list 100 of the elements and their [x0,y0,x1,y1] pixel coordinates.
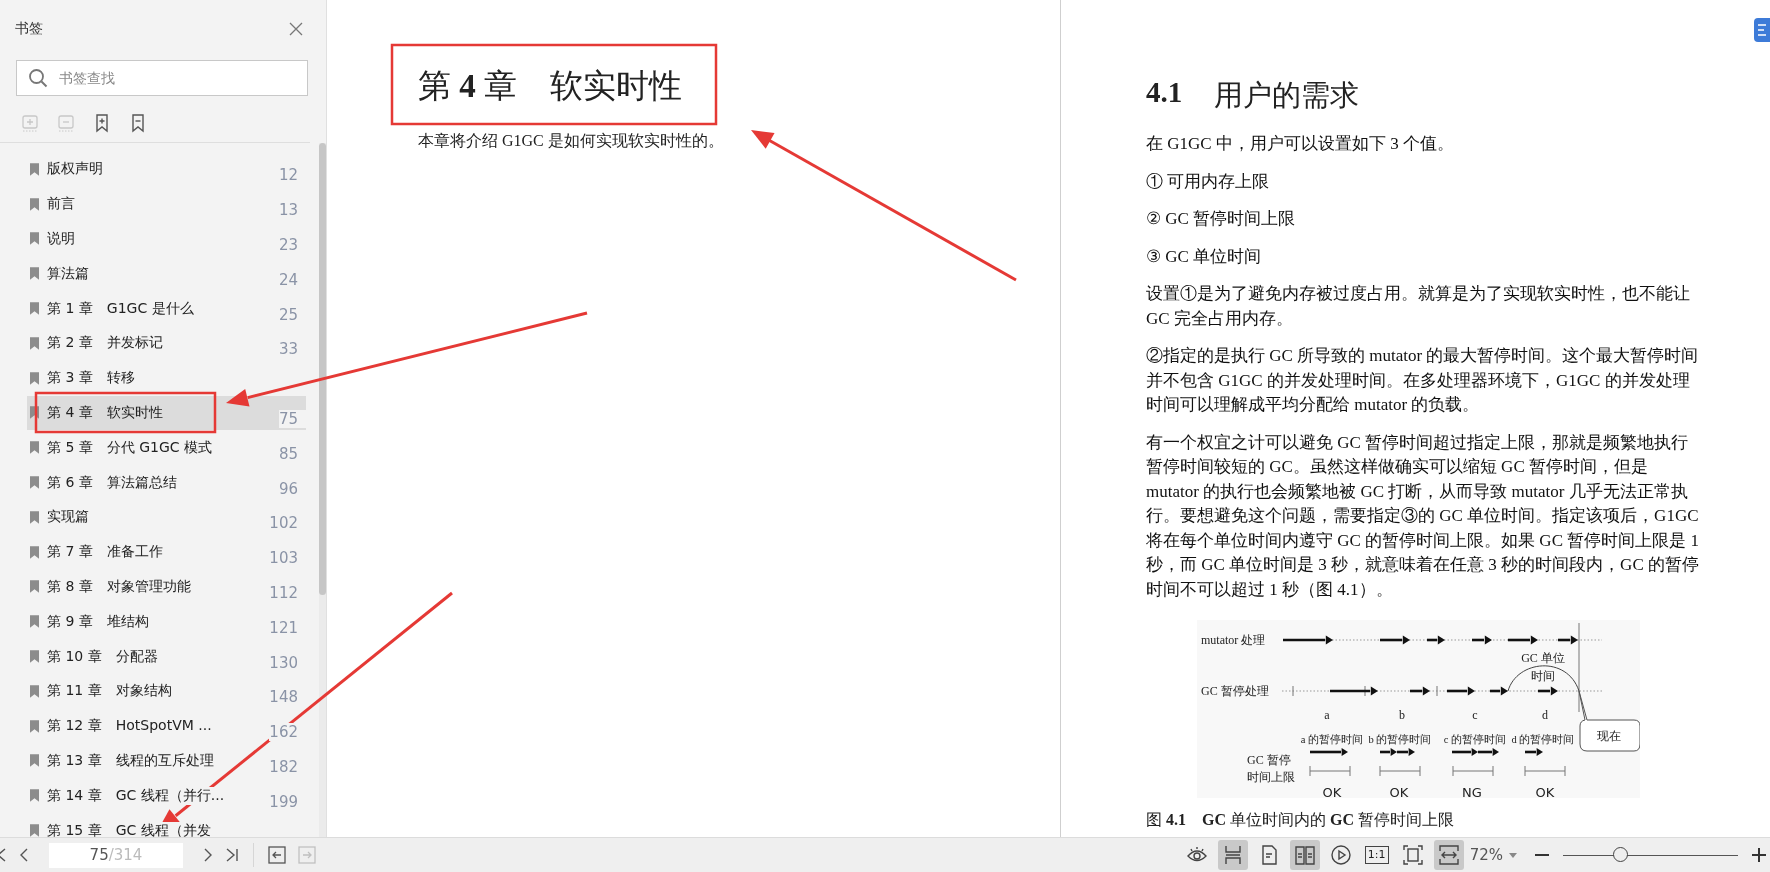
bookmark-item[interactable]: 第 13 章 线程的互斥处理 182 [27,743,306,779]
zoom-out-icon[interactable] [1535,853,1549,857]
scrollbar-thumb[interactable] [319,143,326,595]
bookmark-icon [30,719,39,733]
panel-title: 书签 [15,20,43,38]
slider-thumb[interactable] [1612,847,1628,862]
bookmark-label: 说明 [47,230,75,248]
bookmark-icon [30,684,39,698]
figure-caption: 图 4.1 GC 单位时间内的 GC 暂停时间上限 [1146,810,1455,830]
bookmark-label: 第 15 章 GC 线程（并发 [47,821,211,837]
limit-bracket [1524,765,1566,777]
bookmark-icon [30,302,39,316]
body-paragraph: ③ GC 单位时间 [1146,245,1263,268]
pause-arrow [1538,686,1558,696]
bookmark-item[interactable]: 第 4 章 软实时性 75 [27,395,306,431]
next-page-icon[interactable] [203,847,213,863]
bookmark-icon [30,650,39,664]
bookmark-icon [30,789,39,803]
body-paragraph: 有一个权宜之计可以避免 GC 暂停时间超过指定上限，那就是频繁地执行暂停时间较短的 GC。虽然这样做确实可以缩短 GC 暂停时间，但是 mutator 的执行也会频繁地被 GC 打断，从而导致 mutator 几乎无法正常执行。要想避免这个问题，需要指定③的 GC 单位时间。指定该项后，G1GC 将在每个单位时间内遵守 GC 的暂停时间上限。如果 GC 暂停时间上限是 1 秒，而 GC 单位时间是 3 秒，就意味着在任意 3 秒的时间段内，GC 的暂停时间不可以超过 1 秒（图 4.1）。 [1146,431,1700,601]
search-icon [28,68,48,88]
bookmark-icon [30,232,39,246]
bookmark-item[interactable]: 第 8 章 对象管理功能 112 [27,569,306,605]
bookmark-label: 第 10 章 分配器 [47,647,158,666]
limit-label: GC 暂停 [1247,753,1291,767]
section-title: 用户的需求 [1214,78,1360,113]
pause-arrow [1330,686,1378,696]
bookmark-item[interactable]: 算法篇 24 [27,256,306,292]
unit-label: GC 单位 [1521,651,1565,665]
bookmark-icon [30,267,39,281]
pause-label: d 的暂停时间 [1511,734,1575,745]
bookmark-icon [30,371,39,385]
bookmark-item[interactable]: 第 7 章 准备工作 103 [27,534,306,570]
page-number-field[interactable]: 75/314 [49,842,183,868]
bookmark-label: 第 13 章 线程的互斥处理 [47,751,214,770]
pause-arrow [1447,686,1475,696]
bookmark-label: 第 8 章 对象管理功能 [47,577,191,596]
bookmark-item[interactable]: 实现篇 102 [27,499,306,535]
bookmark-icon [30,336,39,350]
callout-bubble [1578,690,1640,752]
bookmark-item[interactable]: 第 9 章 堆结构 121 [27,604,306,640]
bookmark-icon [30,545,39,559]
process-arrow [1508,635,1538,645]
result-label: OK [1389,785,1409,798]
segment-label: a [1324,708,1330,722]
chapter-intro: 本章将介绍 G1GC 是如何实现软实时性的。 [418,131,725,151]
bookmark-item[interactable]: 版权声明 12 [27,152,306,187]
tick-mark [1292,685,1294,697]
process-arrow [1380,635,1410,645]
actual-size-button[interactable]: 1:1 [1361,840,1392,870]
bookmark-item[interactable]: 第 6 章 算法篇总结 96 [27,465,306,500]
search-field[interactable]: 书签查找 [16,60,308,96]
row-label: GC 暂停处理 [1201,684,1269,698]
bookmark-icon [30,441,39,455]
last-page-icon[interactable] [225,847,239,863]
bookmark-item[interactable]: 第 11 章 对象结构 148 [27,673,306,709]
app-icon[interactable] [1754,18,1770,42]
bookmark-icon [30,510,39,524]
bookmark-item[interactable]: 说明 23 [27,221,306,257]
bookmark-icon [30,476,39,490]
bookmark-icon [30,406,39,420]
body-paragraph: ②指定的是执行 GC 所导致的 mutator 的最大暂停时间。这个最大暂停时间并不包含 G1GC 的并发处理时间。在多处理器环境下，G1GC 的并发处理时间可以理解成平均分配给 mutator 的负载。 [1146,345,1700,416]
pause-label: c 的暂停时间 [1443,734,1507,745]
result-label: OK [1535,785,1555,798]
zoom-dropdown[interactable]: 72% [1469,846,1517,864]
bookmark-item[interactable]: 第 5 章 分代 G1GC 模式 85 [27,430,306,466]
tick-mark [1364,685,1366,697]
zoom-in-icon[interactable] [1752,848,1766,862]
pause-label: a 的暂停时间 [1300,734,1364,745]
bookmark-label: 第 14 章 GC 线程（并行... [47,786,225,805]
bookmark-icon [30,162,39,176]
bookmark-item[interactable]: 第 1 章 G1GC 是什么 25 [27,291,306,326]
process-arrow [1472,635,1492,645]
unit-label: 时间 [1531,669,1555,683]
continuous-scroll-icon[interactable] [1217,840,1248,870]
two-page-icon[interactable] [1289,840,1320,870]
bookmark-icon [30,754,39,768]
limit-bracket [1309,765,1351,777]
bookmark-icon [30,615,39,629]
limit-label: 时间上限 [1247,770,1295,784]
bookmark-icon [30,824,39,837]
body-paragraph: ① 可用内存上限 [1146,170,1271,193]
result-label: NG [1462,785,1482,798]
bookmark-item[interactable]: 前言 13 [27,186,306,222]
previous-page-icon[interactable] [19,847,29,863]
bookmark-item[interactable]: 第 12 章 HotSpotVM ... 162 [27,708,306,744]
bookmark-item[interactable]: 第 10 章 分配器 130 [27,639,306,674]
body-paragraph: 设置①是为了避免内存被过度占用。就算是为了实现软实时性，也不能让 GC 完全占用内存。 [1146,283,1691,330]
chapter-heading: 第 4 章 软实时性 [418,67,682,106]
bookmark-item[interactable]: 第 14 章 GC 线程（并行... 199 [27,778,306,814]
fit-width-icon[interactable] [1433,840,1464,870]
close-icon[interactable] [288,21,304,37]
pause-label: b 的暂停时间 [1368,734,1432,745]
bookmark-item[interactable]: 第 15 章 GC 线程（并发 [27,813,306,837]
bookmark-icon [30,580,39,594]
process-arrow [1427,635,1445,645]
bookmark-item[interactable]: 第 3 章 转移 [27,360,306,396]
page-number: 75 [278,409,306,428]
now-label: 现在 [1597,729,1621,743]
bookmark-item[interactable]: 第 2 章 并发标记 33 [27,326,306,361]
row-label: mutator 处理 [1201,633,1266,647]
